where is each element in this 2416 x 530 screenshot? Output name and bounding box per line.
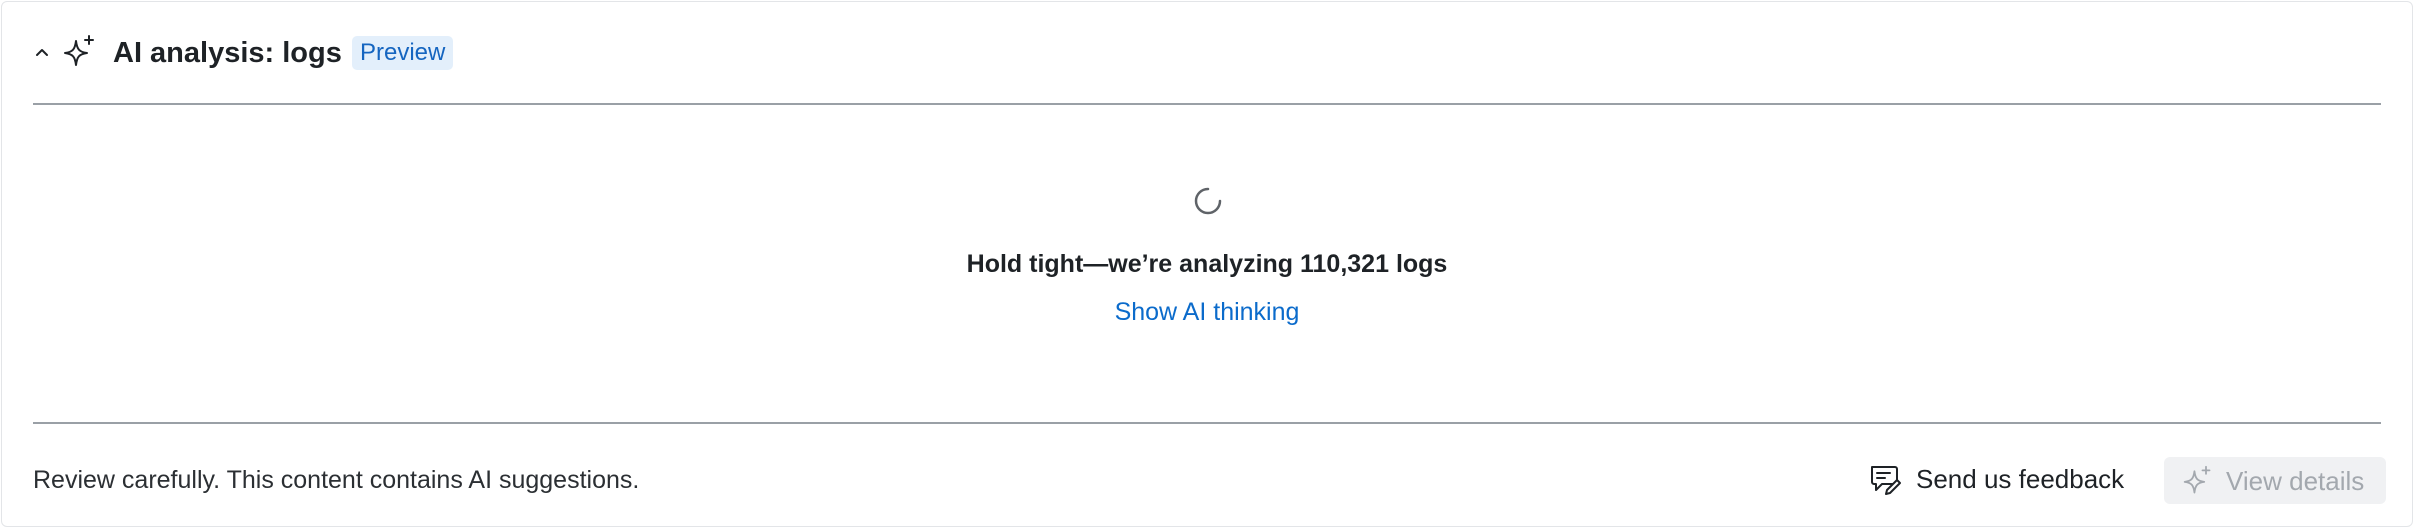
- send-feedback-label: Send us feedback: [1916, 464, 2125, 494]
- panel-title: AI analysis: logs: [113, 37, 342, 69]
- collapse-button[interactable]: [30, 40, 54, 64]
- sparkle-icon: [2183, 465, 2211, 493]
- panel-footer: Review carefully. This content contains …: [2, 424, 2412, 528]
- loading-spinner-icon: [1194, 187, 1222, 215]
- send-feedback-button[interactable]: Send us feedback: [1868, 454, 2124, 504]
- ai-analysis-panel: AI analysis: logs Preview Hold tight—we’…: [1, 1, 2413, 527]
- panel-body: Hold tight—we’re analyzing 110,321 logs …: [2, 105, 2412, 422]
- chevron-up-icon: [36, 49, 48, 56]
- preview-badge: Preview: [352, 36, 454, 70]
- sparkle-icon: [64, 35, 94, 66]
- view-details-button[interactable]: View details: [2164, 457, 2386, 504]
- analysis-status-text: Hold tight—we’re analyzing 110,321 logs: [966, 250, 1448, 278]
- view-details-label: View details: [2226, 465, 2365, 496]
- ai-disclaimer-text: Review carefully. This content contains …: [33, 466, 640, 494]
- show-ai-thinking-link[interactable]: Show AI thinking: [1115, 295, 1300, 329]
- feedback-icon: [1871, 466, 1901, 495]
- panel-header: AI analysis: logs Preview: [2, 2, 2412, 104]
